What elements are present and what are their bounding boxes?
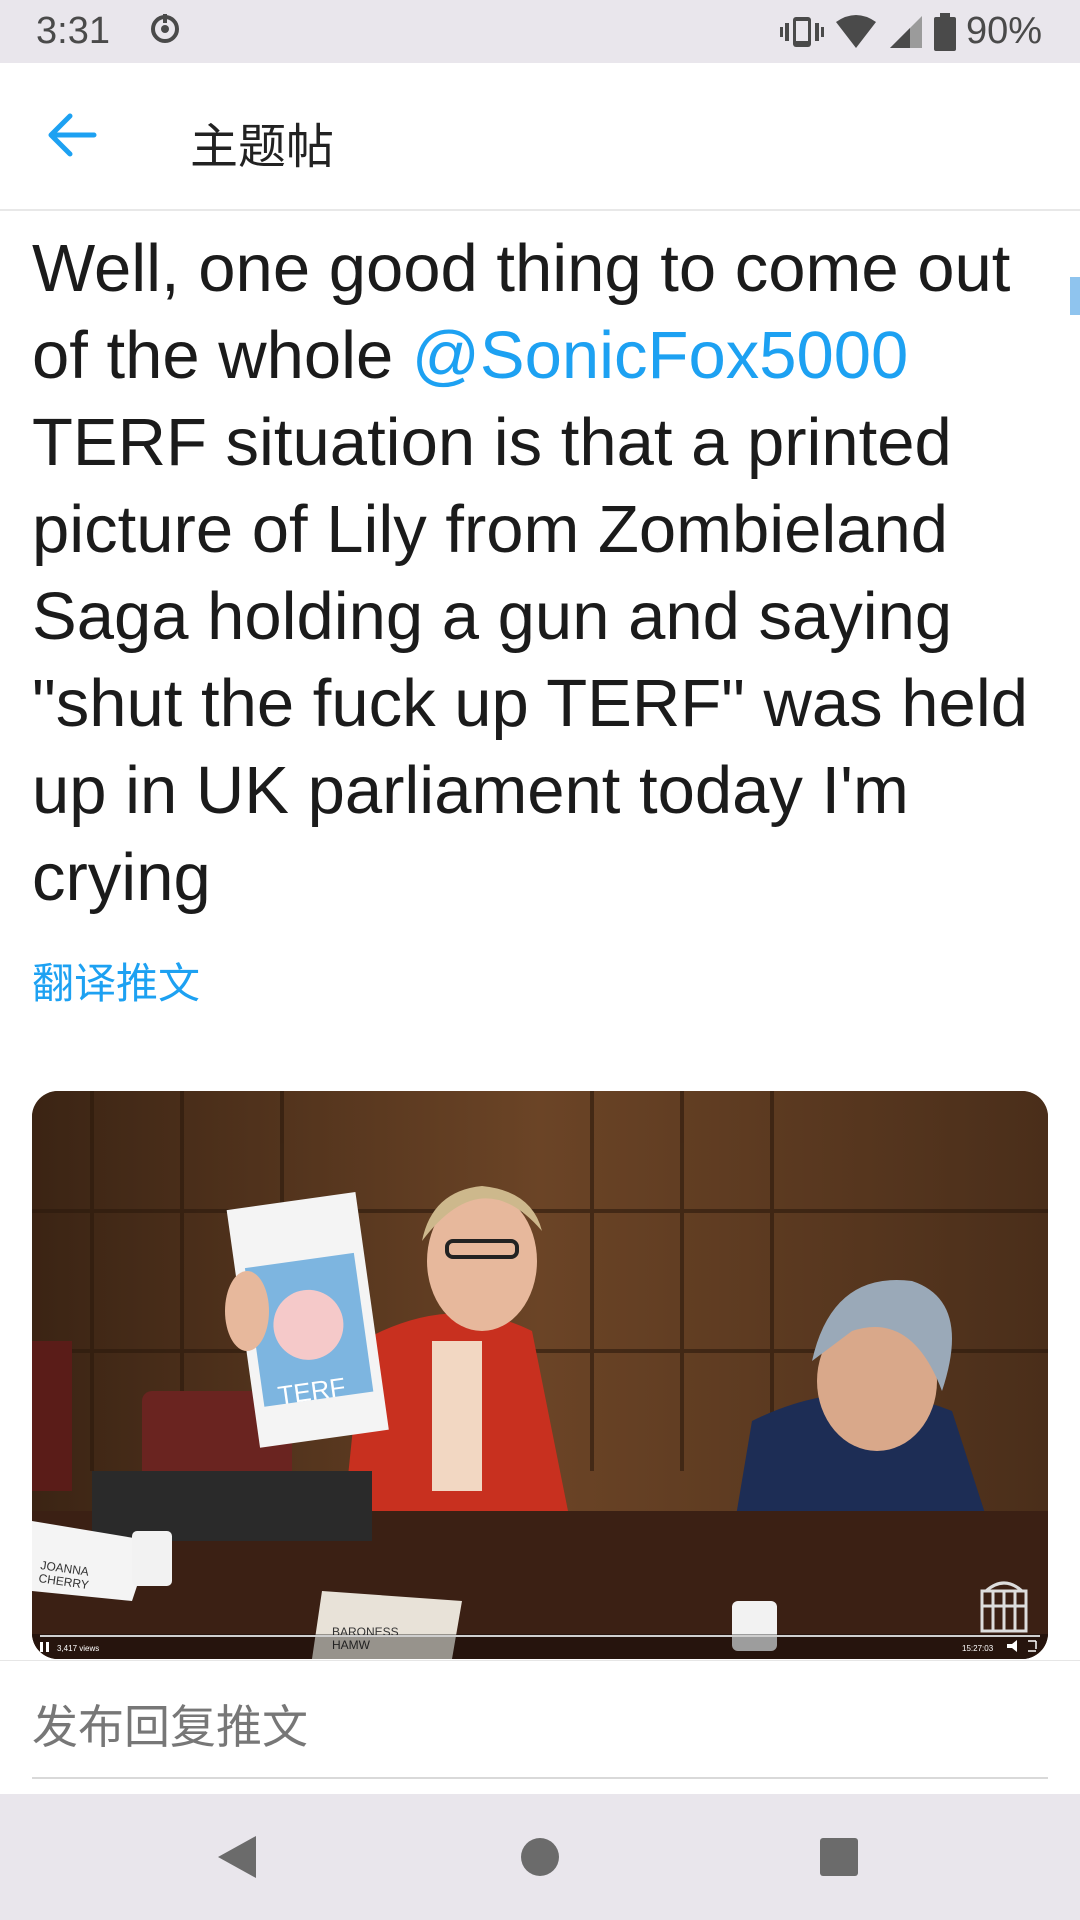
reply-input[interactable]: 发布回复推文	[32, 1691, 308, 1757]
status-time: 3:31	[36, 10, 110, 52]
nav-back-icon[interactable]	[214, 1832, 260, 1882]
reply-divider	[32, 1777, 1048, 1779]
arrow-left-icon[interactable]	[44, 110, 100, 160]
app-header: 主题帖	[0, 63, 1080, 211]
video-time: 15:27:03	[962, 1644, 994, 1653]
status-icons: 90%	[779, 10, 1042, 53]
tweet-text: Well, one good thing to come out of the …	[32, 225, 1042, 921]
reply-area: 发布回复推文	[0, 1660, 1080, 1779]
video-views: 3,417 views	[57, 1644, 99, 1653]
tweet-text-after: TERF situation is that a printed picture…	[32, 405, 1028, 915]
nav-home-icon[interactable]	[519, 1832, 561, 1882]
status-bar: 3:31 90%	[0, 0, 1080, 63]
video-frame: TERF JOANNACHERRY BARONESSHAMW	[32, 1091, 1048, 1659]
translate-tweet-link[interactable]: 翻译推文	[32, 950, 200, 1011]
system-nav-bar	[0, 1794, 1080, 1920]
wifi-icon	[835, 14, 876, 48]
vibrate-icon	[779, 16, 824, 47]
mention-link[interactable]: @SonicFox5000	[412, 318, 908, 393]
signal-icon	[889, 15, 922, 48]
battery-percent: 90%	[965, 10, 1042, 52]
sync-icon	[151, 14, 179, 43]
page-title: 主题帖	[190, 119, 335, 175]
nav-recents-icon[interactable]	[818, 1832, 860, 1882]
tweet-video[interactable]: TERF JOANNACHERRY BARONESSHAMW	[32, 1091, 1048, 1659]
battery-icon	[933, 12, 956, 51]
screen: 3:31 90% 主题帖 Well, one good thing to com…	[0, 0, 1080, 1920]
scroll-indicator[interactable]	[1070, 277, 1080, 315]
